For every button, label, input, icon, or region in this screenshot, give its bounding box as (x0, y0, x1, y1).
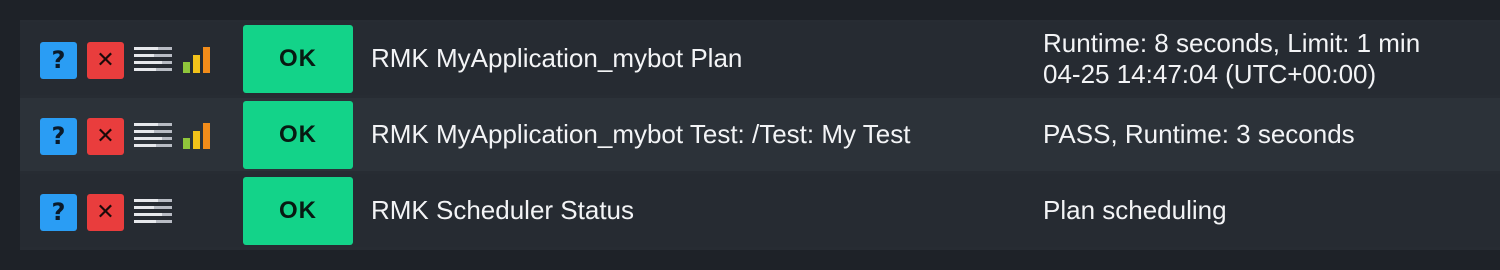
table-row: ? ✕ OK RMK Scheduler Status Plan schedul… (20, 174, 1500, 247)
output-line-1: PASS, Runtime: 3 seconds (1043, 119, 1355, 149)
menu-lines-icon[interactable] (134, 45, 172, 75)
table-row: ? ✕ OK RMK MyApplication_mybot Plan Runt… (20, 22, 1500, 95)
delete-icon[interactable]: ✕ (87, 117, 124, 155)
bar-chart-icon[interactable] (182, 45, 212, 75)
services-table: ? ✕ OK RMK MyApplication_mybot Plan Runt… (20, 20, 1500, 250)
row-icons: ? ✕ (40, 117, 212, 155)
output-line-2: 04-25 14:47:04 (UTC+00:00) (1043, 58, 1377, 89)
help-icon[interactable]: ? (40, 193, 77, 231)
service-output: Plan scheduling (1043, 174, 1500, 247)
delete-icon[interactable]: ✕ (87, 193, 124, 231)
bar-chart-icon[interactable] (182, 121, 212, 151)
service-output: PASS, Runtime: 3 seconds (1043, 98, 1500, 171)
service-name[interactable]: RMK MyApplication_mybot Test: /Test: My … (371, 98, 910, 171)
service-name[interactable]: RMK Scheduler Status (371, 174, 634, 247)
service-name[interactable]: RMK MyApplication_mybot Plan (371, 22, 742, 95)
delete-icon[interactable]: ✕ (87, 41, 124, 79)
table-row: ? ✕ OK RMK MyApplication_mybot Test: /Te… (20, 98, 1500, 171)
state-badge[interactable]: OK (243, 177, 353, 245)
row-icons: ? ✕ (40, 193, 182, 231)
help-icon[interactable]: ? (40, 41, 77, 79)
state-badge[interactable]: OK (243, 101, 353, 169)
menu-lines-icon[interactable] (134, 197, 172, 227)
row-icons: ? ✕ (40, 41, 212, 79)
output-line-1: Runtime: 8 seconds, Limit: 1 min (1043, 27, 1421, 58)
help-icon[interactable]: ? (40, 117, 77, 155)
state-badge[interactable]: OK (243, 25, 353, 93)
menu-lines-icon[interactable] (134, 121, 172, 151)
output-line-1: Plan scheduling (1043, 195, 1227, 225)
service-output: Runtime: 8 seconds, Limit: 1 min 04-25 1… (1043, 22, 1500, 95)
